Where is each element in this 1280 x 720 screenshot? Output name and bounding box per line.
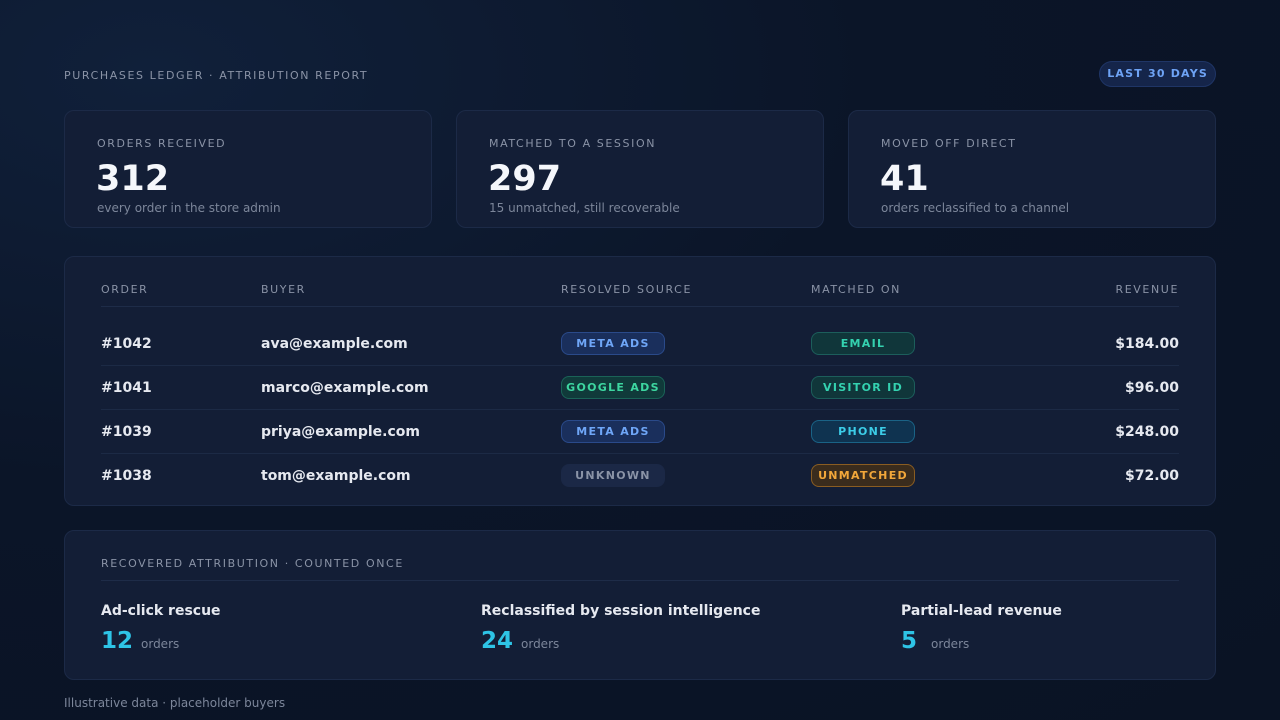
report-header: PURCHASES LEDGER · ATTRIBUTION REPORT LA… [64,60,1216,88]
orders-table: ORDER BUYER RESOLVED SOURCE MATCHED ON R… [64,256,1216,506]
stat-value: 312 [96,159,170,199]
match-badge: UNMATCHED [811,464,915,487]
order-id: #1038 [101,468,152,484]
recovered-attribution-panel: RECOVERED ATTRIBUTION · COUNTED ONCE Ad-… [64,530,1216,680]
stat-card-moved-off-direct: MOVED OFF DIRECT 41 orders reclassified … [848,110,1216,228]
revenue-value: $248.00 [1115,424,1179,440]
footnote: Illustrative data · placeholder buyers [64,696,286,710]
stat-value: 41 [880,159,929,199]
table-row[interactable]: #1038 tom@example.com UNKNOWN UNMATCHED … [101,454,1179,498]
metric-name: Ad-click rescue [101,603,221,619]
column-header-revenue: REVENUE [1115,283,1179,296]
buyer-email: priya@example.com [261,424,420,440]
stat-caption: orders reclassified to a channel [881,201,1070,215]
metric-partial-lead-revenue: Partial-lead revenue 5 orders [901,603,1062,654]
source-badge: META ADS [561,420,665,443]
source-badge: META ADS [561,332,665,355]
column-header-matched-on: MATCHED ON [811,283,901,296]
source-badge: UNKNOWN [561,464,665,487]
stat-card-matched-to-session: MATCHED TO A SESSION 297 15 unmatched, s… [456,110,824,228]
buyer-email: marco@example.com [261,380,429,396]
header-divider [101,306,1179,307]
stat-caption: 15 unmatched, still recoverable [489,201,680,215]
buyer-email: tom@example.com [261,468,411,484]
stat-caption: every order in the store admin [97,201,281,215]
panel-divider [101,580,1179,581]
table-row[interactable]: #1042 ava@example.com META ADS EMAIL $18… [101,322,1179,366]
order-id: #1039 [101,424,152,440]
metric-value: 24 [481,628,514,654]
revenue-value: $72.00 [1124,468,1179,484]
stat-card-orders-received: ORDERS RECEIVED 312 every order in the s… [64,110,432,228]
metric-reclassified: Reclassified by session intelligence 24 … [481,603,761,654]
stat-label: MOVED OFF DIRECT [881,137,1017,150]
metric-value: 12 [101,628,134,654]
metric-name: Reclassified by session intelligence [481,603,761,619]
revenue-value: $184.00 [1115,336,1179,352]
metric-unit: orders [141,637,180,651]
column-header-resolved-source: RESOLVED SOURCE [561,283,693,296]
order-id: #1042 [101,336,152,352]
panel-title: RECOVERED ATTRIBUTION · COUNTED ONCE [101,557,404,570]
column-header-order: ORDER [101,283,149,296]
buyer-email: ava@example.com [261,336,408,352]
metric-ad-click-rescue: Ad-click rescue 12 orders [101,603,221,654]
stat-value: 297 [488,159,562,199]
match-badge: VISITOR ID [811,376,915,399]
table-row[interactable]: #1039 priya@example.com META ADS PHONE $… [101,410,1179,454]
date-range-button[interactable]: LAST 30 DAYS [1099,61,1216,87]
revenue-value: $96.00 [1124,380,1179,396]
table-row[interactable]: #1041 marco@example.com GOOGLE ADS VISIT… [101,366,1179,410]
match-badge: PHONE [811,420,915,443]
stat-label: ORDERS RECEIVED [97,137,227,150]
column-header-buyer: BUYER [261,283,306,296]
metric-unit: orders [931,637,970,651]
order-id: #1041 [101,380,152,396]
stat-label: MATCHED TO A SESSION [489,137,657,150]
metric-unit: orders [521,637,560,651]
match-badge: EMAIL [811,332,915,355]
metric-name: Partial-lead revenue [901,603,1062,619]
page-title: PURCHASES LEDGER · ATTRIBUTION REPORT [64,69,369,82]
source-badge: GOOGLE ADS [561,376,665,399]
metric-value: 5 [901,628,918,654]
